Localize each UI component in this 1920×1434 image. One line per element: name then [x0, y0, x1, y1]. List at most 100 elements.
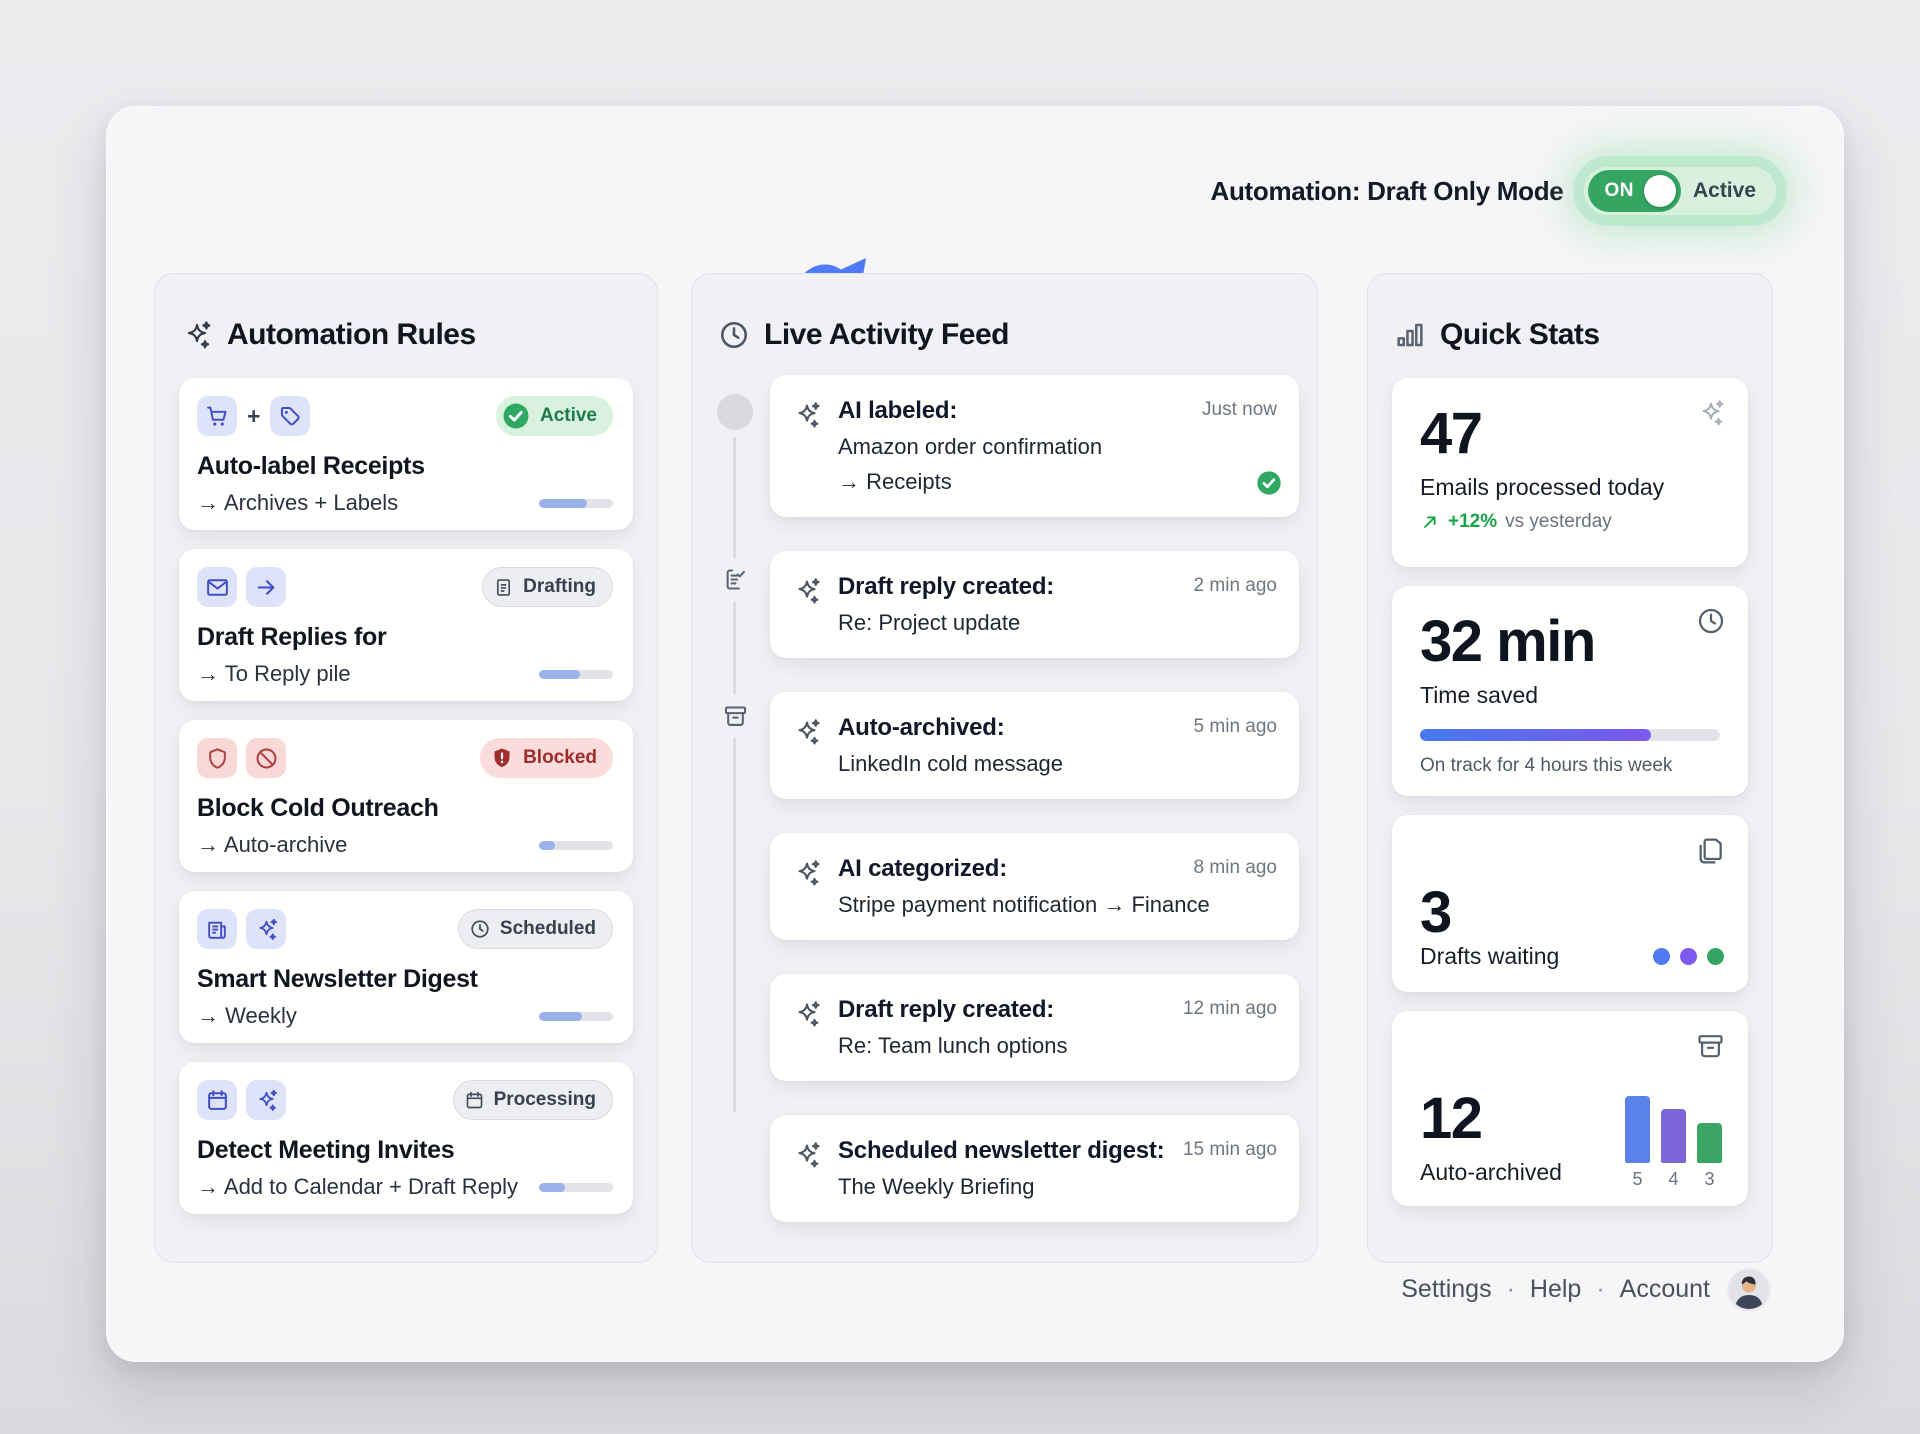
feed-item-time: Just now [1202, 399, 1277, 421]
feed-item-draft-reply-2[interactable]: Draft reply created: Re: Team lunch opti… [770, 974, 1299, 1081]
feed-item-time: 2 min ago [1194, 575, 1277, 597]
stat-card-time-saved: 32 min Time saved On track for 4 hours t… [1392, 586, 1748, 796]
ban-icon [246, 738, 286, 778]
check-circle-icon [501, 401, 531, 431]
stat-card-drafts-waiting: 3 Drafts waiting [1392, 815, 1748, 992]
account-link[interactable]: Account [1620, 1275, 1710, 1304]
sparkles-icon [792, 576, 822, 611]
stats-panel-title: Quick Stats [1440, 318, 1600, 352]
stat-label: Time saved [1420, 682, 1720, 709]
feed-item-title: AI categorized: [838, 855, 1210, 883]
sparkles-icon [792, 717, 822, 752]
draft-status-dots [1653, 948, 1724, 965]
trend-note: vs yesterday [1505, 511, 1612, 533]
rule-card-auto-label-receipts[interactable]: + Active Auto-label Receipts → Archives … [179, 378, 633, 530]
rule-action: → Auto-archive [197, 832, 347, 858]
sparkles-icon [792, 1140, 822, 1175]
auto-archived-mini-chart: 5 4 3 [1625, 1096, 1722, 1190]
main-panel: InboxZero Automation: Draft Only Mode ON… [106, 106, 1844, 1362]
status-badge-drafting: Drafting [482, 567, 613, 607]
feed-item-newsletter-digest[interactable]: Scheduled newsletter digest: The Weekly … [770, 1115, 1299, 1222]
feed-item-ai-labeled[interactable]: AI labeled: Amazon order confirmation → … [770, 375, 1299, 517]
toggle-on-pill: ON [1588, 170, 1681, 212]
live-activity-feed-panel: Live Activity Feed AI labeled: Amazon or… [691, 273, 1318, 1263]
rule-progress-bar [539, 841, 613, 850]
footer-nav: Settings · Help · Account [1401, 1269, 1769, 1309]
newspaper-icon [197, 909, 237, 949]
status-badge-processing: Processing [453, 1080, 613, 1120]
feed-item-ai-categorized[interactable]: AI categorized: Stripe payment notificat… [770, 833, 1299, 940]
help-link[interactable]: Help [1530, 1275, 1581, 1304]
file-text-icon [493, 577, 514, 598]
status-badge-scheduled: Scheduled [458, 909, 613, 949]
stat-card-emails-processed: 47 Emails processed today +12% vs yester… [1392, 378, 1748, 567]
check-circle-icon [1255, 469, 1283, 497]
automation-rules-panel: Automation Rules + Ac [154, 273, 658, 1263]
toggle-status-label: Active [1693, 179, 1756, 203]
feed-item-time: 8 min ago [1194, 857, 1277, 879]
sparkles-icon [181, 319, 213, 351]
feed-item-title: Scheduled newsletter digest: [838, 1137, 1164, 1165]
stat-value: 32 min [1420, 612, 1720, 673]
feed-item-title: Draft reply created: [838, 573, 1054, 601]
sparkles-icon [246, 1080, 286, 1120]
feed-item-detail: Stripe payment notification → Finance [838, 892, 1210, 918]
feed-item-detail: Amazon order confirmation [838, 434, 1102, 460]
quick-stats-panel: Quick Stats 47 Emails processed today +1… [1367, 273, 1773, 1263]
footer-separator: · [1596, 1275, 1604, 1304]
rule-progress-bar [539, 1183, 613, 1192]
feed-item-time: 12 min ago [1183, 998, 1277, 1020]
clock-icon [469, 918, 491, 940]
sparkles-icon [792, 858, 822, 893]
rule-title: Auto-label Receipts [197, 452, 613, 481]
feed-item-time: 15 min ago [1183, 1139, 1277, 1161]
chart-bar-label: 4 [1668, 1169, 1678, 1190]
stat-value: 3 [1420, 883, 1720, 944]
stat-value: 12 [1420, 1089, 1562, 1150]
calendar-icon [197, 1080, 237, 1120]
bar-chart-icon [1394, 319, 1426, 351]
sparkles-icon [246, 909, 286, 949]
arrow-right-icon [246, 567, 286, 607]
mail-icon [197, 567, 237, 607]
dot-purple [1680, 948, 1697, 965]
stat-label: Emails processed today [1420, 474, 1720, 501]
stat-value: 47 [1420, 404, 1720, 465]
sparkles-icon [792, 400, 822, 435]
status-badge-blocked: Blocked [480, 738, 613, 778]
automation-mode-label: Automation: Draft Only Mode [1210, 176, 1563, 207]
stat-card-auto-archived: 12 Auto-archived 5 4 3 [1392, 1011, 1748, 1206]
stat-note: On track for 4 hours this week [1420, 755, 1720, 777]
rule-title: Draft Replies for [197, 623, 613, 652]
feed-item-detail: The Weekly Briefing [838, 1174, 1164, 1200]
stat-label: Drafts waiting [1420, 943, 1559, 970]
compose-icon [719, 558, 751, 601]
rule-title: Smart Newsletter Digest [197, 965, 613, 994]
rule-card-draft-replies[interactable]: Drafting Draft Replies for → To Reply pi… [179, 549, 633, 701]
timeline-line [733, 437, 736, 1112]
rule-card-newsletter-digest[interactable]: Scheduled Smart Newsletter Digest → Week… [179, 891, 633, 1043]
clock-icon [718, 319, 750, 351]
feed-item-detail: Re: Team lunch options [838, 1033, 1068, 1059]
tag-icon [270, 396, 310, 436]
rule-card-meeting-invites[interactable]: Processing Detect Meeting Invites → Add … [179, 1062, 633, 1214]
feed-item-detail: Re: Project update [838, 610, 1054, 636]
settings-link[interactable]: Settings [1401, 1275, 1491, 1304]
rule-action: → Weekly [197, 1003, 297, 1029]
calendar-icon [464, 1090, 485, 1111]
dot-green [1707, 948, 1724, 965]
feed-item-detail: LinkedIn cold message [838, 751, 1063, 777]
archive-icon [719, 695, 751, 738]
avatar[interactable] [1729, 1269, 1769, 1309]
automation-toggle[interactable]: ON Active [1583, 166, 1777, 216]
toggle-knob [1644, 175, 1676, 207]
copy-pages-icon [1694, 835, 1726, 867]
feed-item-auto-archived[interactable]: Auto-archived: LinkedIn cold message 5 m… [770, 692, 1299, 799]
dot-blue [1653, 948, 1670, 965]
rule-card-block-cold-outreach[interactable]: Blocked Block Cold Outreach → Auto-archi… [179, 720, 633, 872]
trend-value: +12% [1448, 511, 1497, 533]
feed-item-draft-reply[interactable]: Draft reply created: Re: Project update … [770, 551, 1299, 658]
rule-action: → Add to Calendar + Draft Reply [197, 1174, 518, 1200]
sparkles-icon [792, 999, 822, 1034]
plus-separator: + [247, 403, 260, 430]
